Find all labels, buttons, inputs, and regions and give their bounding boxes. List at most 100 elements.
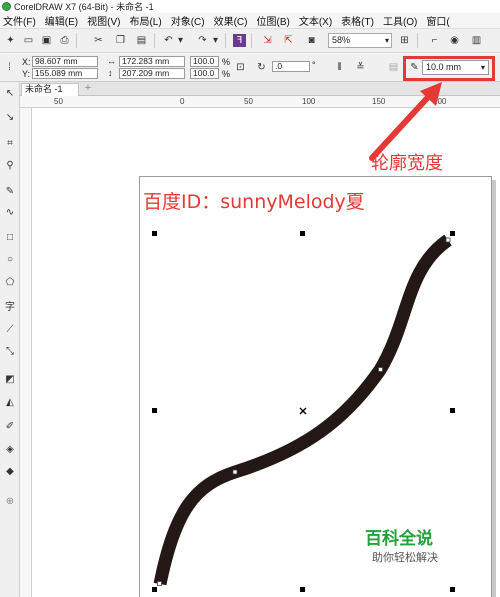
window-title: CorelDRAW X7 (64-Bit) - 未命名 -1 xyxy=(14,2,154,12)
x-position-field[interactable]: 98.607 mm xyxy=(32,56,98,67)
height-icon: ↕ xyxy=(108,68,113,78)
menu-table[interactable]: 表格(T) xyxy=(341,13,374,28)
menu-text[interactable]: 文本(X) xyxy=(299,13,332,28)
pick-tool-icon[interactable]: ↖ xyxy=(3,86,17,100)
import-icon[interactable]: ⇲ xyxy=(261,34,274,47)
object-origin-icon[interactable]: ⁞ xyxy=(3,61,16,74)
y-position-field[interactable]: 155.089 mm xyxy=(32,68,98,79)
width-icon: ↔ xyxy=(107,56,116,66)
brand-slogan: 助你轻松解决 xyxy=(372,551,438,564)
toolbar-divider xyxy=(225,33,226,48)
percent-label: % xyxy=(222,57,231,67)
document-tab[interactable]: 未命名 -1 xyxy=(21,83,79,96)
menu-bitmaps[interactable]: 位图(B) xyxy=(256,13,289,28)
standard-toolbar: ✦ ▭ ▣ ⎙ ✂ ❐ ▤ ↶ ▾ ↷ ▾ ꟻ ⇲ ⇱ ◙ 58% ▾ ⊞ ⌐ … xyxy=(0,29,500,53)
shape-tool-icon[interactable]: ↘ xyxy=(3,110,17,124)
paste-icon[interactable]: ▤ xyxy=(135,34,148,47)
export-icon[interactable]: ⇱ xyxy=(282,34,295,47)
toolbar-divider xyxy=(76,33,77,48)
brand-logo-text: 百科全说 xyxy=(365,529,433,549)
snap-to-icon[interactable]: ⌐ xyxy=(428,34,441,47)
ruler-label: 50 xyxy=(244,97,253,106)
menu-tools[interactable]: 工具(O) xyxy=(383,13,417,28)
ruler-label: 150 xyxy=(372,97,386,106)
height-field[interactable]: 207.209 mm xyxy=(119,68,185,79)
drop-shadow-icon[interactable]: ◩ xyxy=(3,372,17,386)
full-screen-icon[interactable]: ⊞ xyxy=(398,34,411,47)
add-tool-icon[interactable]: ⊕ xyxy=(3,494,17,508)
ruler-label: 100 xyxy=(302,97,316,106)
smart-fill-icon[interactable]: ◆ xyxy=(3,464,17,478)
view-options-icon[interactable]: ◉ xyxy=(448,34,461,47)
vertical-ruler[interactable] xyxy=(20,108,32,597)
scale-y-field[interactable]: 100.0 xyxy=(190,68,219,79)
percent-label: % xyxy=(222,69,231,79)
parallel-dimension-icon[interactable]: ⟋ xyxy=(3,322,17,336)
menu-effects[interactable]: 效果(C) xyxy=(214,13,248,28)
connector-tool-icon[interactable]: ⤡ xyxy=(3,344,17,358)
menu-view[interactable]: 视图(V) xyxy=(87,13,120,28)
lock-ratio-icon[interactable]: ⊡ xyxy=(234,61,247,74)
interactive-fill-icon[interactable]: ◈ xyxy=(3,442,17,456)
zoom-tool-icon[interactable]: ⚲ xyxy=(3,158,17,172)
toolbar-divider xyxy=(417,33,418,48)
toolbar-divider xyxy=(154,33,155,48)
ruler-label: 0 xyxy=(180,97,185,106)
new-document-icon[interactable]: ✦ xyxy=(4,34,17,47)
menu-file[interactable]: 文件(F) xyxy=(3,13,36,28)
toolbox: ↖ ↘ ⌗ ⚲ ✎ ∿ □ ○ ⬠ 字 ⟋ ⤡ ◩ ◭ ✐ ◈ ◆ ⊕ xyxy=(0,82,20,597)
add-document-icon[interactable]: + xyxy=(82,83,94,95)
undo-dropdown-icon[interactable]: ▾ xyxy=(174,34,187,47)
mirror-vertical-icon[interactable]: ≚ xyxy=(354,61,367,74)
menu-window[interactable]: 窗口( xyxy=(426,13,449,28)
print-icon[interactable]: ⎙ xyxy=(58,34,71,47)
drawing-page[interactable] xyxy=(139,176,492,597)
document-tab-bar: 未命名 -1 + xyxy=(20,82,500,96)
outline-width-select[interactable]: 10.0 mm ▾ xyxy=(422,60,489,75)
scale-x-field[interactable]: 100.0 xyxy=(190,56,219,67)
ruler-label: 200 xyxy=(433,97,447,106)
copy-icon[interactable]: ❐ xyxy=(114,34,127,47)
polygon-tool-icon[interactable]: ⬠ xyxy=(3,275,17,289)
width-field[interactable]: 172.283 mm xyxy=(119,56,185,67)
author-watermark: 百度ID：sunnyMelody夏 xyxy=(143,191,365,213)
cut-icon[interactable]: ✂ xyxy=(92,34,105,47)
rectangle-tool-icon[interactable]: □ xyxy=(3,230,17,244)
menu-layout[interactable]: 布局(L) xyxy=(129,13,161,28)
toolbar-divider xyxy=(251,33,252,48)
open-folder-icon[interactable]: ▭ xyxy=(22,34,35,47)
chevron-down-icon: ▾ xyxy=(384,36,389,45)
artistic-media-icon[interactable]: ∿ xyxy=(3,205,17,219)
outline-pen-icon: ✎ xyxy=(410,62,419,73)
publish-pdf-icon[interactable]: ◙ xyxy=(305,34,318,47)
mirror-horizontal-icon[interactable]: ⫴ xyxy=(333,61,346,74)
redo-icon[interactable]: ↷ xyxy=(196,34,209,47)
ellipse-tool-icon[interactable]: ○ xyxy=(3,252,17,266)
y-label: Y: xyxy=(22,69,31,79)
redo-dropdown-icon[interactable]: ▾ xyxy=(209,34,222,47)
menu-bar: 文件(F) 编辑(E) 视图(V) 布局(L) 对象(C) 效果(C) 位图(B… xyxy=(0,13,500,29)
freehand-tool-icon[interactable]: ✎ xyxy=(3,184,17,198)
crop-tool-icon[interactable]: ⌗ xyxy=(3,136,17,150)
chevron-down-icon: ▾ xyxy=(480,63,485,72)
degree-label: ° xyxy=(312,60,316,70)
rotate-icon[interactable]: ↻ xyxy=(255,61,268,74)
menu-edit[interactable]: 编辑(E) xyxy=(45,13,78,28)
coreldraw-logo-icon xyxy=(2,2,11,11)
rotation-angle-field[interactable]: .0 xyxy=(272,61,310,72)
eyedropper-icon[interactable]: ✐ xyxy=(3,419,17,433)
search-content-icon[interactable]: ꟻ xyxy=(233,34,246,47)
ruler-label: 50 xyxy=(54,97,63,106)
convert-to-curves-icon[interactable]: ▤ xyxy=(387,61,400,74)
save-icon[interactable]: ▣ xyxy=(40,34,53,47)
zoom-level-select[interactable]: 58% ▾ xyxy=(328,33,392,48)
options-icon[interactable]: ▥ xyxy=(470,34,483,47)
transparency-tool-icon[interactable]: ◭ xyxy=(3,395,17,409)
menu-object[interactable]: 对象(C) xyxy=(171,13,205,28)
title-bar: CorelDRAW X7 (64-Bit) - 未命名 -1 xyxy=(0,0,500,13)
outline-width-value: 10.0 mm xyxy=(426,62,462,72)
text-tool-icon[interactable]: 字 xyxy=(3,298,17,313)
outline-width-annotation: 轮廓宽度 xyxy=(371,153,443,174)
horizontal-ruler[interactable]: 50 0 50 100 150 200 xyxy=(20,96,500,108)
x-label: X: xyxy=(22,57,31,67)
